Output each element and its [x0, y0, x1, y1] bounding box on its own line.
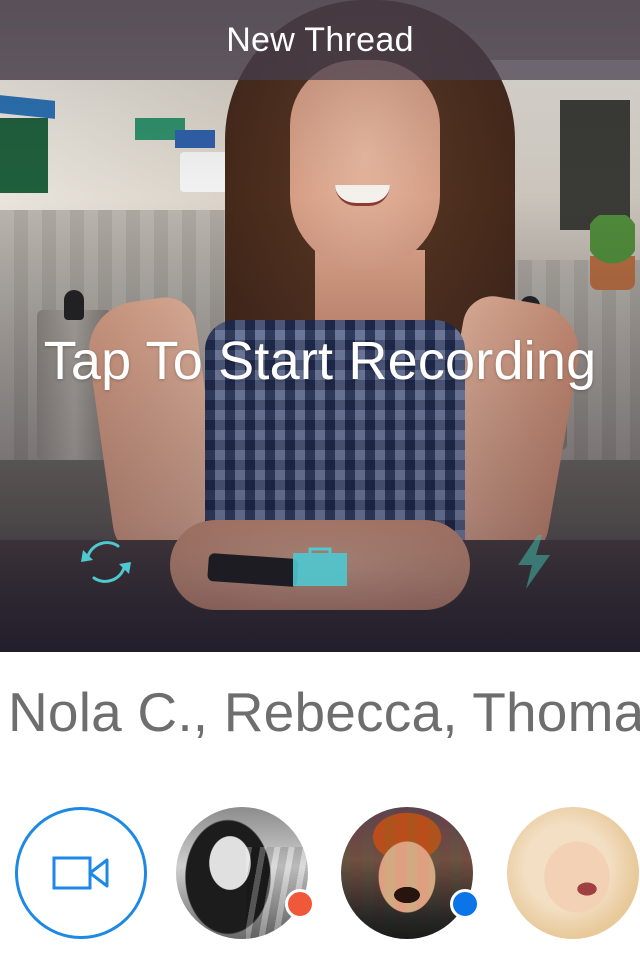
camera-flip-icon	[81, 541, 131, 583]
video-camera-icon	[52, 856, 109, 890]
camera-preview[interactable]: New Thread Tap To Start Recording	[0, 0, 640, 652]
camera-flip-button[interactable]	[78, 534, 134, 590]
avatar-background	[341, 807, 473, 939]
recipients-field[interactable]: Nola C., Rebecca, Thomas	[8, 680, 640, 744]
flash-button[interactable]	[512, 533, 556, 591]
avatar	[341, 807, 473, 939]
flash-icon	[518, 535, 550, 589]
screen: New Thread Tap To Start Recording Nola C…	[0, 0, 640, 960]
status-dot	[285, 889, 315, 919]
avatar	[507, 807, 639, 939]
record-hint[interactable]: Tap To Start Recording	[0, 330, 640, 392]
capture-box-icon	[293, 547, 347, 586]
avatar	[176, 807, 308, 939]
title-bar: New Thread	[0, 0, 640, 80]
capture-button[interactable]	[290, 545, 350, 589]
new-video-button[interactable]	[15, 807, 147, 939]
page-title: New Thread	[226, 20, 414, 59]
status-dot	[450, 889, 480, 919]
